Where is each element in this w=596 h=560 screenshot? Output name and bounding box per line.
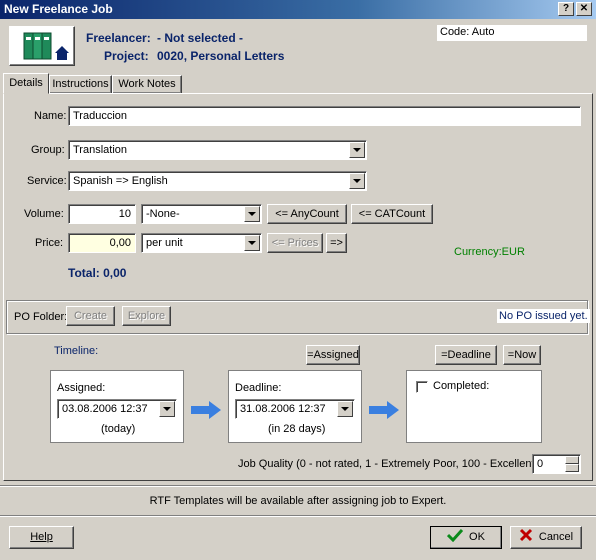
cross-icon <box>519 528 532 542</box>
service-select-value: Spanish => English <box>73 175 168 187</box>
total-label: Total: 0,00 <box>68 266 127 280</box>
deadline-date-select[interactable]: 31.08.2006 12:37 <box>235 399 355 419</box>
volume-unit-select[interactable]: -None- <box>141 204 262 224</box>
job-quality-label: Job Quality (0 - not rated, 1 - Extremel… <box>238 458 542 470</box>
assigned-date-select[interactable]: 03.08.2006 12:37 <box>57 399 177 419</box>
name-input[interactable]: Traduccion <box>68 106 581 126</box>
tab-instructions[interactable]: Instructions <box>49 75 112 94</box>
cancel-button[interactable]: Cancel <box>510 526 582 549</box>
freelancer-value: - Not selected - <box>157 31 244 45</box>
assigned-date-value: 03.08.2006 12:37 <box>62 403 148 415</box>
deadline-button[interactable]: =Deadline <box>435 345 497 365</box>
deadline-date-value: 31.08.2006 12:37 <box>240 403 326 415</box>
freelancer-label: Freelancer: <box>86 31 151 45</box>
close-icon[interactable]: ✕ <box>576 2 592 16</box>
arrow-right-icon <box>369 401 399 419</box>
timeline-label: Timeline: <box>54 345 99 357</box>
cancel-label: Cancel <box>538 531 574 543</box>
help-caption-button[interactable]: ? <box>558 2 574 16</box>
group-select[interactable]: Translation <box>68 140 367 160</box>
price-unit-value: per unit <box>146 237 183 249</box>
now-button[interactable]: =Now <box>503 345 541 365</box>
job-quality-value: 0 <box>537 458 544 470</box>
volume-label: Volume: <box>24 208 64 220</box>
po-status: No PO issued yet. <box>497 309 590 323</box>
code-field: Code: Auto <box>437 25 587 41</box>
help-button[interactable]: Help <box>9 526 74 549</box>
arrow-right-icon <box>191 401 221 419</box>
deadline-label: Deadline: <box>235 382 282 394</box>
volume-unit-value: -None- <box>146 208 180 220</box>
po-folder-label: PO Folder: <box>14 311 68 323</box>
apply-price-button[interactable]: => <box>326 233 347 253</box>
po-explore-button[interactable]: Explore <box>122 306 171 326</box>
completed-label: Completed: <box>433 380 490 392</box>
chevron-down-icon[interactable] <box>244 206 260 222</box>
binders-icon <box>23 32 69 60</box>
prices-button[interactable]: <= Prices <box>267 233 323 253</box>
spin-down-icon[interactable] <box>565 464 579 472</box>
price-input[interactable]: 0,00 <box>68 233 136 253</box>
rtf-note: RTF Templates will be available after as… <box>149 495 447 507</box>
catcount-button[interactable]: <= CATCount <box>351 204 433 224</box>
chevron-down-icon[interactable] <box>159 401 175 417</box>
ok-label: OK <box>469 531 485 543</box>
anycount-button[interactable]: <= AnyCount <box>267 204 347 224</box>
spin-up-icon[interactable] <box>565 456 579 464</box>
job-quality-spinner[interactable]: 0 <box>532 454 581 474</box>
price-unit-select[interactable]: per unit <box>141 233 262 253</box>
divider <box>0 485 596 487</box>
service-select[interactable]: Spanish => English <box>68 171 367 191</box>
ok-button[interactable]: OK <box>430 526 502 549</box>
chevron-down-icon[interactable] <box>349 173 365 189</box>
chevron-down-icon[interactable] <box>337 401 353 417</box>
project-value: 0020, Personal Letters <box>157 49 285 63</box>
name-label: Name: <box>34 110 67 122</box>
checkmark-icon <box>446 528 464 543</box>
chevron-down-icon[interactable] <box>349 142 365 158</box>
chevron-down-icon[interactable] <box>244 235 260 251</box>
group-label: Group: <box>31 144 65 156</box>
job-icon-button[interactable] <box>9 26 75 66</box>
tab-details[interactable]: Details <box>3 73 49 94</box>
deadline-note: (in 28 days) <box>268 423 326 435</box>
tab-work-notes[interactable]: Work Notes <box>112 75 182 94</box>
assigned-note: (today) <box>101 423 136 435</box>
divider <box>0 515 596 517</box>
window-title: New Freelance Job <box>4 2 113 16</box>
service-label: Service: <box>27 175 67 187</box>
completed-checkbox[interactable] <box>416 381 428 393</box>
price-label: Price: <box>35 237 64 249</box>
assigned-label: Assigned: <box>57 382 106 394</box>
assigned-button[interactable]: =Assigned <box>306 345 360 365</box>
po-create-button[interactable]: Create <box>66 306 115 326</box>
project-label: Project: <box>104 49 149 63</box>
currency-label: Currency:EUR <box>454 246 525 258</box>
group-select-value: Translation <box>73 144 128 156</box>
volume-input[interactable]: 10 <box>68 204 136 224</box>
